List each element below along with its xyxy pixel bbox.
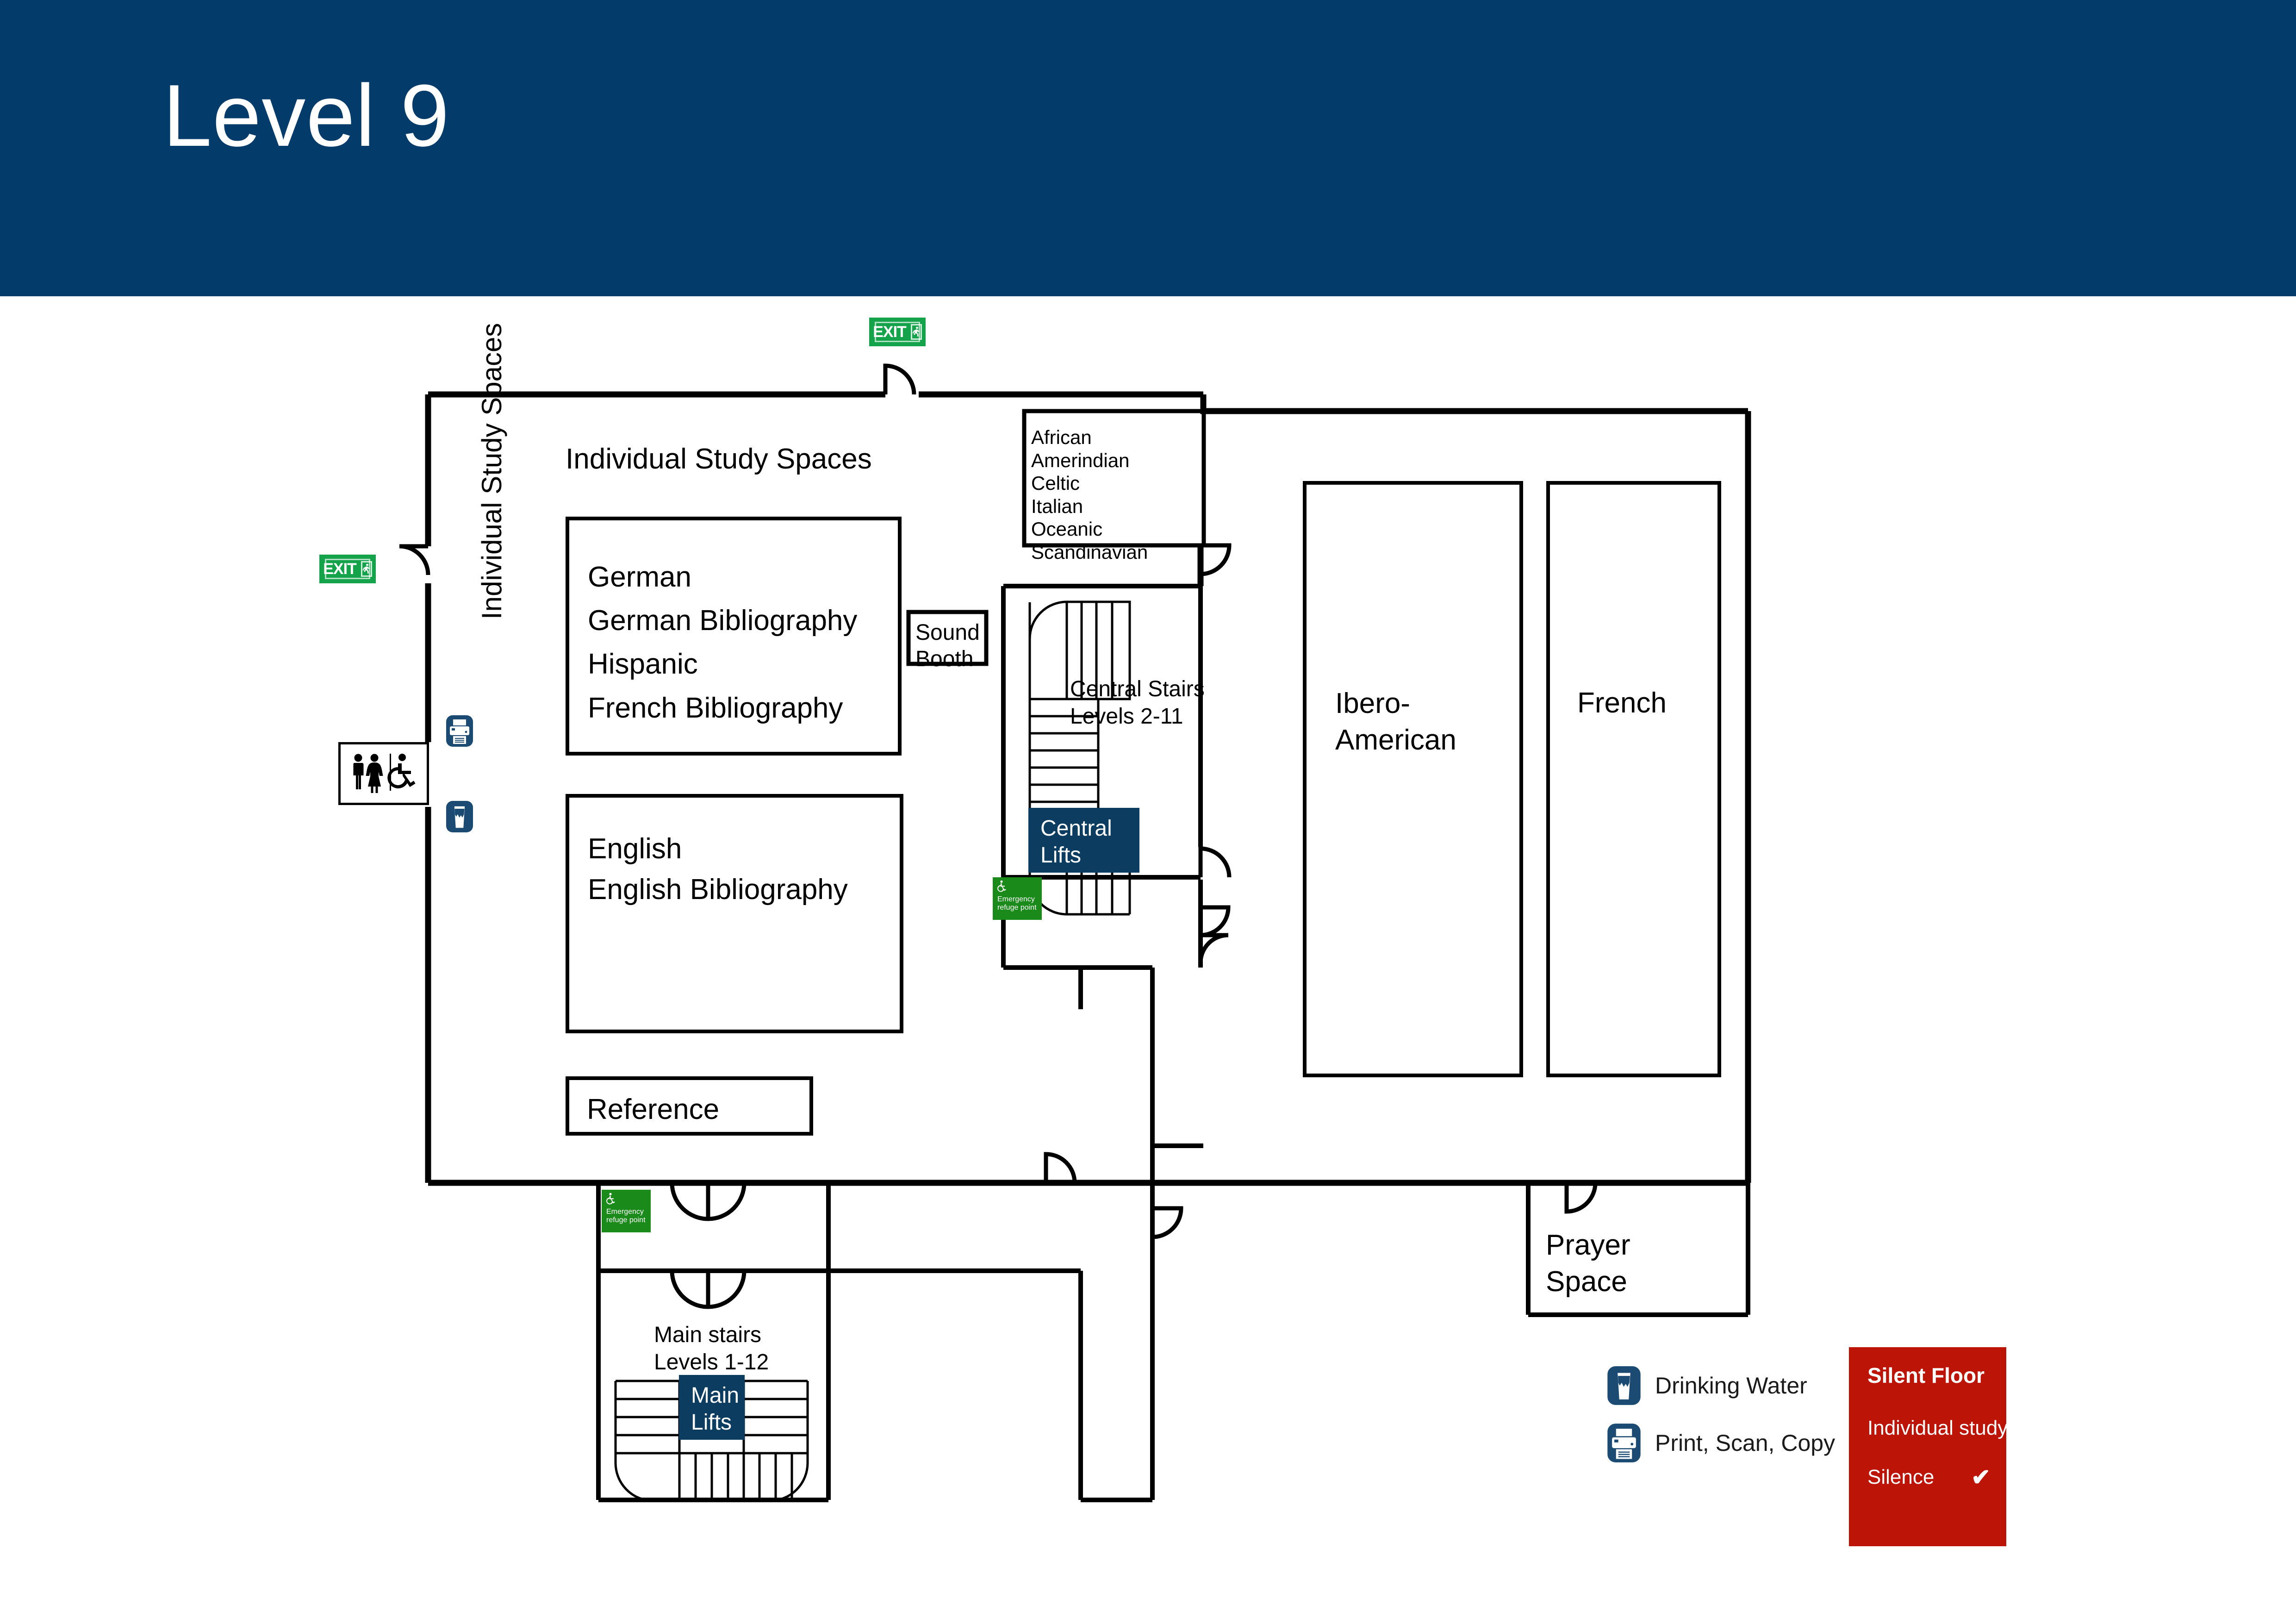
silent-floor-panel: Silent Floor Individual study ✔ Silence …: [1849, 1347, 2027, 1546]
running-person-icon: [361, 561, 372, 577]
central-lifts-badge: Central Lifts: [1028, 808, 1139, 873]
printer-icon-plan: [445, 713, 474, 749]
silent-floor-rule-label: Silence: [1867, 1466, 1935, 1488]
legend: Drinking Water Print, Scan, Copy: [1606, 1363, 1835, 1478]
silent-floor-rule-label: Individual study: [1867, 1417, 2008, 1439]
emergency-refuge-sign-central: Emergency refuge point: [993, 877, 1042, 920]
room-french-label: French: [1577, 687, 1667, 719]
main-stairs-label: Main stairs Levels 1-12: [654, 1323, 769, 1374]
toilets-sign: [338, 742, 429, 805]
room-sound-booth-label: Sound Booth: [915, 620, 980, 671]
room-prayer-space-label: Prayer Space: [1546, 1229, 1630, 1298]
exit-sign-label: EXIT: [323, 560, 357, 578]
central-stairs-label: Central Stairs Levels 2-11: [1070, 677, 1205, 729]
running-person-icon: [910, 324, 922, 340]
legend-label-print-scan-copy: Print, Scan, Copy: [1655, 1430, 1836, 1456]
wheelchair-icon: [606, 1193, 647, 1207]
wheelchair-icon: [997, 880, 1038, 894]
legend-item-print-scan-copy: Print, Scan, Copy: [1606, 1421, 1835, 1465]
silent-floor-rule-silence: Silence ✔: [1867, 1466, 1994, 1489]
room-reference-label: Reference: [587, 1093, 720, 1125]
emergency-refuge-label: Emergency refuge point: [606, 1208, 646, 1224]
emergency-refuge-sign-main: Emergency refuge point: [602, 1190, 651, 1232]
room-english-label: English English Bibliography: [588, 833, 848, 906]
main-lifts-badge: Main Lifts: [679, 1375, 745, 1440]
room-languages-label: German German Bibliography Hispanic Fren…: [588, 561, 858, 724]
silent-floor-rule-individual-study: Individual study ✔: [1867, 1417, 2027, 1440]
area-label-individual-study-top: Individual Study Spaces: [566, 443, 872, 475]
legend-item-drinking-water: Drinking Water: [1606, 1363, 1828, 1408]
silent-floor-title: Silent Floor: [1867, 1363, 1985, 1387]
emergency-refuge-label: Emergency refuge point: [997, 895, 1037, 912]
toilets-icon: [349, 752, 418, 796]
legend-label-drinking-water: Drinking Water: [1655, 1373, 1807, 1399]
floorplan-page: Level 9 Individual Study Spaces Individu…: [0, 0, 2296, 1624]
room-ibero-american-label: Ibero- American: [1335, 687, 1456, 756]
exit-sign-top: EXIT: [869, 318, 926, 346]
area-label-individual-study-vertical: Individual Study Spaces: [476, 323, 507, 619]
drinking-water-icon-plan: [445, 799, 474, 835]
exit-sign-label: EXIT: [873, 323, 907, 341]
drinking-water-icon: [1606, 1363, 1642, 1408]
check-icon: ✔: [2008, 1415, 2028, 1441]
exit-sign-left: EXIT: [319, 555, 376, 583]
room-minor-collections-label: African Amerindian Celtic Italian Oceani…: [1031, 426, 1148, 563]
printer-icon: [1606, 1421, 1642, 1465]
check-icon: ✔: [1971, 1464, 1991, 1490]
